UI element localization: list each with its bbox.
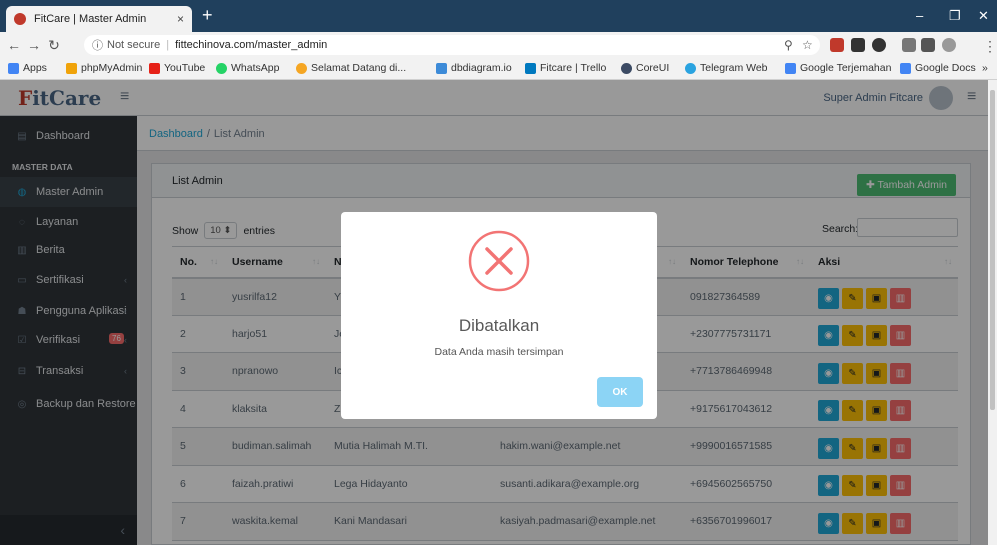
- bookmark-phpmyadmin[interactable]: phpMyAdmin: [66, 62, 142, 74]
- browser-tab-bar: FitCare | Master Admin × + – ❐ ✕: [0, 0, 997, 32]
- phpmyadmin-icon: [66, 62, 77, 74]
- address-bar[interactable]: ⓘ Not secure | fittechinova.com/master_a…: [84, 35, 820, 55]
- translate-icon: [785, 62, 796, 74]
- forward-icon[interactable]: →: [24, 37, 44, 53]
- info-icon[interactable]: ⓘ: [92, 37, 103, 53]
- trello-icon: [525, 62, 536, 74]
- docs-icon: [900, 62, 911, 74]
- not-secure-label: Not secure: [107, 39, 161, 51]
- restore-button[interactable]: ❐: [949, 8, 961, 24]
- minimize-button[interactable]: –: [916, 8, 923, 23]
- url-bar: ← → ↻ ⓘ Not secure | fittechinova.com/ma…: [0, 32, 997, 58]
- dbdiagram-icon: [436, 62, 447, 74]
- modal-backdrop-sidebar: [0, 116, 137, 545]
- menu-kebab-icon[interactable]: ⋮: [980, 38, 997, 55]
- site-icon: [296, 62, 307, 74]
- scrollbar-thumb[interactable]: [990, 90, 995, 410]
- cancelled-dialog: Dibatalkan Data Anda masih tersimpan OK: [341, 212, 657, 419]
- dialog-message: Data Anda masih tersimpan: [434, 346, 564, 358]
- bookmarks-overflow[interactable]: »: [982, 62, 988, 74]
- telegram-icon: [685, 62, 696, 74]
- profile-icon[interactable]: [942, 38, 956, 52]
- youtube-icon: [149, 62, 160, 74]
- ok-button[interactable]: OK: [597, 377, 643, 407]
- modal-backdrop-header: [0, 80, 997, 116]
- bookmark-trello[interactable]: Fitcare | Trello: [525, 62, 606, 74]
- bookmark-dbdiagram[interactable]: dbdiagram.io: [436, 62, 512, 74]
- bookmark-google-terjemahan[interactable]: Google Terjemahan: [785, 62, 891, 74]
- extension-icon[interactable]: [872, 38, 886, 52]
- tab-close-icon[interactable]: ×: [177, 12, 184, 26]
- reload-icon[interactable]: ↻: [44, 37, 64, 54]
- browser-tab[interactable]: FitCare | Master Admin ×: [6, 6, 192, 32]
- back-icon[interactable]: ←: [4, 37, 24, 53]
- new-tab-button[interactable]: +: [202, 6, 213, 24]
- bookmark-google-docs[interactable]: Google Docs: [900, 62, 976, 74]
- whatsapp-icon: [216, 62, 227, 74]
- mail-extension-icon[interactable]: [830, 38, 844, 52]
- fitcare-favicon-icon: [14, 13, 26, 25]
- zoom-icon[interactable]: ⚲: [784, 38, 793, 52]
- key-icon[interactable]: [921, 38, 935, 52]
- coreui-icon: [621, 62, 632, 74]
- bookmark-youtube[interactable]: YouTube: [149, 62, 205, 74]
- bookmark-whatsapp[interactable]: WhatsApp: [216, 62, 279, 74]
- url-text: fittechinova.com/master_admin: [175, 39, 328, 51]
- bookmark-apps[interactable]: Apps: [8, 62, 47, 74]
- close-window-button[interactable]: ✕: [978, 8, 989, 24]
- apps-grid-icon: [8, 62, 19, 74]
- pdf-extension-icon[interactable]: [851, 38, 865, 52]
- bookmark-selamat-datang[interactable]: Selamat Datang di...: [296, 62, 406, 74]
- bookmarks-bar: Apps phpMyAdmin YouTube WhatsApp Selamat…: [0, 58, 997, 80]
- address-divider: |: [166, 39, 170, 51]
- bookmark-star-icon[interactable]: ☆: [802, 38, 813, 52]
- reading-list-icon[interactable]: [902, 38, 916, 52]
- bookmark-telegram[interactable]: Telegram Web: [685, 62, 768, 74]
- error-x-icon: [468, 230, 530, 292]
- dialog-title: Dibatalkan: [458, 316, 540, 335]
- bookmark-coreui[interactable]: CoreUI: [621, 62, 669, 74]
- tab-title: FitCare | Master Admin: [34, 13, 147, 25]
